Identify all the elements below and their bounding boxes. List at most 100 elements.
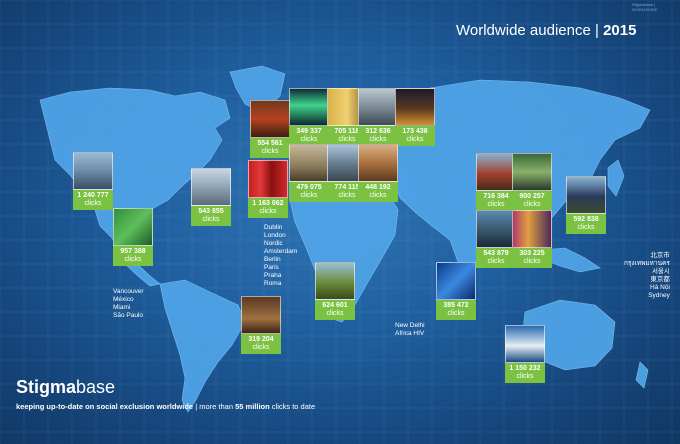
- acacia-tree-photo: [315, 262, 355, 300]
- tile-label: 319 204 clicks: [241, 334, 281, 354]
- click-unit: clicks: [369, 136, 387, 143]
- blue-arch-photo: [436, 262, 476, 300]
- latin-town-photo: [241, 296, 281, 334]
- tagline-post: clicks to date: [269, 402, 316, 411]
- tile-asia-1[interactable]: 716 384 clicks: [476, 153, 516, 211]
- green-sign-photo: [113, 208, 153, 246]
- tile-australia[interactable]: 1 150 232 clicks: [505, 325, 545, 383]
- tile-nordic[interactable]: 349 337 clicks: [289, 88, 329, 146]
- opera-house-photo: [505, 325, 545, 363]
- click-count: 448 192: [365, 184, 391, 191]
- tile-label: 716 384 clicks: [476, 191, 516, 211]
- title-separator: |: [594, 22, 599, 39]
- tile-asia-2[interactable]: 900 257 clicks: [512, 153, 552, 211]
- click-unit: clicks: [523, 201, 541, 208]
- tile-europe-7[interactable]: 448 192 clicks: [358, 144, 398, 202]
- south-america-landmass: [159, 279, 246, 413]
- click-count: 957 388: [120, 248, 146, 255]
- japan-landmass: [607, 159, 625, 197]
- temple-photo: [476, 153, 516, 191]
- tile-label: 173 438 clicks: [395, 126, 435, 146]
- click-count: 312 636: [365, 128, 391, 135]
- click-unit: clicks: [326, 310, 344, 317]
- tile-label: 448 192 clicks: [358, 182, 398, 202]
- tile-europe-3[interactable]: 312 636 clicks: [358, 88, 398, 146]
- cities-india: New Delhi Africa HIV: [395, 322, 425, 337]
- tile-label: 312 636 clicks: [358, 126, 398, 146]
- click-unit: clicks: [202, 216, 220, 223]
- asian-city-photo: [476, 210, 516, 248]
- click-unit: clicks: [300, 192, 318, 199]
- neon-street-photo: [512, 210, 552, 248]
- tile-africa[interactable]: 624 601 clicks: [315, 262, 355, 320]
- red-phone-booths-photo: [248, 160, 288, 198]
- tile-london[interactable]: 554 561 clicks: [250, 100, 290, 158]
- tile-europe-4[interactable]: 173 438 clicks: [395, 88, 435, 146]
- brand-name-regular: base: [76, 377, 116, 397]
- click-count: 349 337: [296, 128, 322, 135]
- korean-street-photo: [512, 153, 552, 191]
- tile-label: 624 601 clicks: [315, 300, 355, 320]
- tile-label: 554 561 clicks: [250, 138, 290, 158]
- click-count: 543 879: [483, 250, 509, 257]
- city-skyline-photo: [73, 152, 113, 190]
- click-count: 479 075: [296, 184, 322, 191]
- tile-usa[interactable]: 1 240 777 clicks: [73, 152, 113, 210]
- tile-ireland[interactable]: 1 163 062 clicks: [248, 160, 288, 218]
- tile-asia-3[interactable]: 543 879 clicks: [476, 210, 516, 268]
- brand-tagline: keeping up-to-date on social exclusion w…: [16, 402, 315, 411]
- tile-label: 303 225 clicks: [512, 248, 552, 268]
- click-count: 385 472: [443, 302, 469, 309]
- click-unit: clicks: [338, 136, 356, 143]
- tile-label: 1 150 232 clicks: [505, 363, 545, 383]
- credit-label: Stigmabase | WORLDWIDE: [632, 2, 658, 12]
- click-unit: clicks: [338, 192, 356, 199]
- cities-asia: 北京市 กรุงเทพมหานคร 서울시 東京都 Hà Nội Sydney: [624, 252, 670, 299]
- title-text: Worldwide audience: [456, 22, 591, 39]
- tagline-bold: keeping up-to-date on social exclusion w…: [16, 402, 194, 411]
- cities-europe: Dublin London Nordic Amsterdam Berlin Pa…: [264, 224, 298, 287]
- tile-europe-5[interactable]: 479 075 clicks: [289, 144, 329, 202]
- tagline-number: 55 million: [235, 402, 270, 411]
- tile-label: 900 257 clicks: [512, 191, 552, 211]
- click-count: 173 438: [402, 128, 428, 135]
- european-city-photo: [358, 88, 398, 126]
- click-unit: clicks: [516, 373, 534, 380]
- click-unit: clicks: [252, 344, 270, 351]
- click-count: 624 601: [322, 302, 348, 309]
- click-count: 303 225: [519, 250, 545, 257]
- tile-india[interactable]: 385 472 clicks: [436, 262, 476, 320]
- tile-asia-4[interactable]: 303 225 clicks: [512, 210, 552, 268]
- click-unit: clicks: [487, 258, 505, 265]
- click-count: 716 384: [483, 193, 509, 200]
- click-count: 319 204: [248, 336, 274, 343]
- japanese-castle-photo: [566, 176, 606, 214]
- tile-japan[interactable]: 592 838 clicks: [566, 176, 606, 234]
- tile-label: 385 472 clicks: [436, 300, 476, 320]
- aurora-photo: [289, 88, 329, 126]
- click-unit: clicks: [406, 136, 424, 143]
- tile-canada[interactable]: 957 388 clicks: [113, 208, 153, 266]
- click-unit: clicks: [124, 256, 142, 263]
- click-unit: clicks: [259, 208, 277, 215]
- tile-label: 592 838 clicks: [566, 214, 606, 234]
- click-unit: clicks: [523, 258, 541, 265]
- tile-label: 543 855 clicks: [191, 206, 231, 226]
- click-unit: clicks: [447, 310, 465, 317]
- tile-uk[interactable]: 543 855 clicks: [191, 168, 231, 226]
- click-unit: clicks: [300, 136, 318, 143]
- click-count: 1 150 232: [509, 365, 541, 372]
- click-unit: clicks: [261, 148, 279, 155]
- brand-name-bold: Stigma: [16, 377, 77, 397]
- brand-logo: Stigmabase: [16, 377, 115, 398]
- title-year: 2015: [603, 22, 637, 39]
- tile-label: 543 879 clicks: [476, 248, 516, 268]
- night-bridge-photo: [395, 88, 435, 126]
- click-count: 1 240 777: [77, 192, 109, 199]
- tile-label: 1 240 777 clicks: [73, 190, 113, 210]
- cities-americas: Vancouver México Miami São Paulo: [113, 288, 144, 319]
- click-count: 554 561: [257, 140, 283, 147]
- tile-mexico[interactable]: 319 204 clicks: [241, 296, 281, 354]
- tile-label: 479 075 clicks: [289, 182, 329, 202]
- click-unit: clicks: [487, 201, 505, 208]
